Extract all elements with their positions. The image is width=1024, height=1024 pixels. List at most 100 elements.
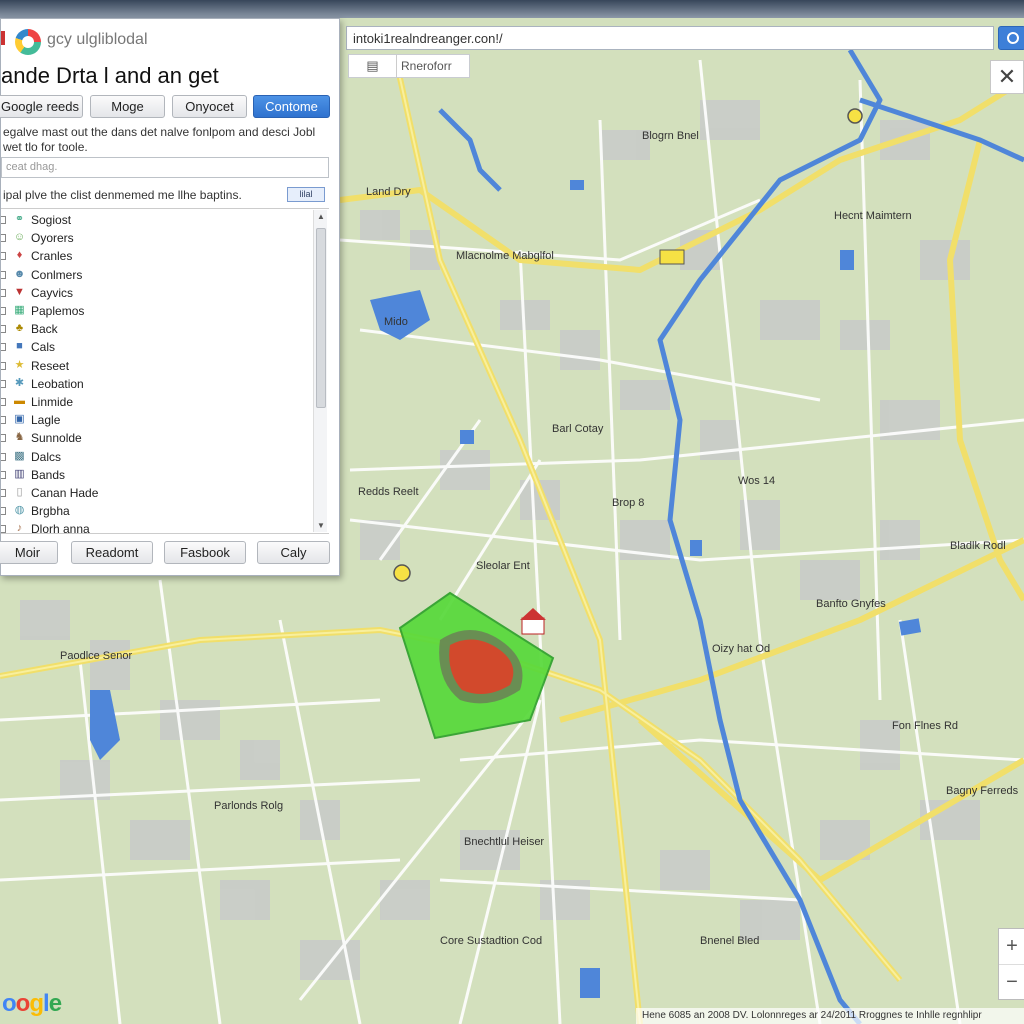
list-item[interactable]: ▣ Lagle (1, 411, 311, 429)
checkbox[interactable] (1, 288, 6, 297)
globe-icon: ◍ (14, 504, 25, 517)
checkbox[interactable] (1, 361, 6, 370)
list-item-label: Back (31, 322, 58, 337)
paper-icon: ▦ (14, 304, 25, 316)
checkbox[interactable] (1, 325, 6, 334)
list-item[interactable]: ⚭ Sogiost (1, 211, 311, 229)
map-toolbar-label: Rneroforr (401, 59, 452, 73)
layer-list[interactable]: ⚭ Sogiost ☺ Oyorers ♦ Cranles ☻ Conlmers ▼ Cayvic… (1, 208, 329, 534)
poi-icon[interactable] (393, 564, 411, 582)
map-label: Mlacnolme Mabglfol (456, 250, 554, 262)
list-item[interactable]: ◍ Brgbha (1, 502, 311, 520)
note-icon: ♪ (16, 522, 23, 534)
bottom-button-row: Moir Readomt Fasbook Caly (0, 541, 341, 565)
list-item[interactable]: ♣ Back (1, 320, 311, 338)
moge-button[interactable]: Moge (90, 95, 165, 118)
google-reeds-button[interactable]: Google reeds (0, 95, 83, 118)
map-label: Wos 14 (738, 475, 776, 487)
group-icon: ☻ (13, 267, 26, 280)
page-icon: ▯ (16, 486, 23, 498)
list-item-label: Bands (31, 467, 66, 482)
close-button[interactable]: ✕ (990, 60, 1024, 94)
address-bar[interactable]: intoki1realndreanger.con!/ (346, 26, 994, 50)
fasbook-button[interactable]: Fasbook (164, 541, 246, 564)
image-icon: ▣ (14, 413, 25, 426)
onyocet-button[interactable]: Onyocet (172, 95, 247, 118)
list-scrollbar[interactable]: ▲ ▼ (313, 210, 327, 532)
horse-icon: ♞ (14, 431, 25, 444)
cluster-icon: ✱ (14, 376, 25, 389)
zoom-in-button[interactable]: + (999, 929, 1024, 964)
grid-icon: ▩ (14, 449, 25, 462)
checkbox[interactable] (1, 270, 6, 279)
browser-titlebar (0, 0, 1024, 18)
zoom-control[interactable]: + − (998, 928, 1024, 1000)
map-label: Bladlk Rodl (950, 540, 1006, 552)
checkbox[interactable] (1, 234, 6, 243)
list-item[interactable]: ★ Reseet (1, 357, 311, 375)
layers-icon[interactable]: ▤ (349, 55, 397, 77)
list-item[interactable]: ☻ Conlmers (1, 266, 311, 284)
map-label: Oizy hat Od (712, 643, 771, 655)
map-label: Bnenel Bled (700, 935, 760, 947)
checkbox[interactable] (1, 398, 6, 406)
list-item[interactable]: ■ Cals (1, 338, 311, 356)
list-item[interactable]: ✱ Leobation (1, 375, 311, 393)
scroll-up-icon[interactable]: ▲ (317, 212, 325, 221)
list-item[interactable]: ▦ Paplemos (1, 302, 311, 320)
checkbox[interactable] (1, 507, 6, 516)
checkbox[interactable] (1, 416, 6, 425)
book-icon: ▥ (14, 467, 25, 480)
checkbox[interactable] (1, 343, 6, 352)
list-item[interactable]: ▩ Dalcs (1, 448, 311, 466)
list-item[interactable]: ▼ Cayvics (1, 284, 311, 302)
star-icon: ★ (14, 358, 25, 371)
checkbox[interactable] (1, 379, 6, 388)
checkbox[interactable] (1, 470, 6, 479)
checkbox[interactable] (1, 216, 6, 224)
list-item-label: Linmide (31, 395, 74, 409)
panel-title: ande Drta l and an get (1, 63, 219, 88)
list-item-label: Lagle (31, 413, 61, 428)
scroll-down-icon[interactable]: ▼ (317, 521, 325, 530)
list-item[interactable]: ▥ Bands (1, 466, 311, 484)
map-label: Redds Reelt (358, 486, 419, 498)
moir-button[interactable]: Moir (0, 541, 58, 564)
map-label: Bnechtlul Heiser (464, 836, 545, 848)
map-label: Paodlce Senor (60, 650, 133, 662)
checkbox[interactable] (1, 434, 6, 443)
map-label: Banfto Gnyfes (816, 598, 886, 610)
map-label: Brop 8 (612, 497, 645, 509)
checkbox[interactable] (1, 489, 6, 497)
list-item[interactable]: ☺ Oyorers (1, 229, 311, 247)
caly-button[interactable]: Caly (257, 541, 330, 564)
list-item[interactable]: ♞ Sunnolde (1, 429, 311, 447)
pin-icon: ♦ (16, 249, 23, 262)
list-item-label: Conlmers (31, 267, 83, 282)
list-item[interactable]: ♦ Cranles (1, 247, 311, 265)
checkbox[interactable] (1, 252, 6, 261)
list-item-label: Cals (31, 340, 56, 355)
list-item-label: Reseet (31, 358, 70, 373)
list-item-label: Sunnolde (31, 431, 82, 446)
search-button[interactable] (998, 26, 1024, 50)
zoom-out-button[interactable]: − (999, 964, 1024, 999)
list-item[interactable]: ♪ Dlorh anna (1, 520, 311, 534)
tag-icon: ■ (16, 340, 23, 353)
scroll-thumb[interactable] (316, 228, 326, 408)
list-item-label: Cranles (31, 249, 73, 264)
list-item[interactable]: ▯ Canan Hade (1, 484, 311, 502)
checkbox[interactable] (1, 452, 6, 461)
checkbox[interactable] (1, 525, 6, 533)
search-input[interactable]: ceat dhag. (1, 157, 329, 178)
list-item[interactable]: ▬ Linmide (1, 393, 311, 411)
people-icon: ☺ (13, 231, 26, 244)
checkbox[interactable] (1, 307, 6, 315)
contome-button[interactable]: Contome (253, 95, 330, 118)
filter-select[interactable]: lilal (287, 187, 325, 202)
map-toolbar[interactable]: ▤ Rneroforr (348, 54, 470, 78)
list-item-label: Brgbha (31, 504, 70, 519)
readomt-button[interactable]: Readomt (71, 541, 153, 564)
map-label: Bagny Ferreds (946, 785, 1019, 797)
panel-description: egalve mast out the dans det nalve fonlp… (3, 125, 316, 154)
